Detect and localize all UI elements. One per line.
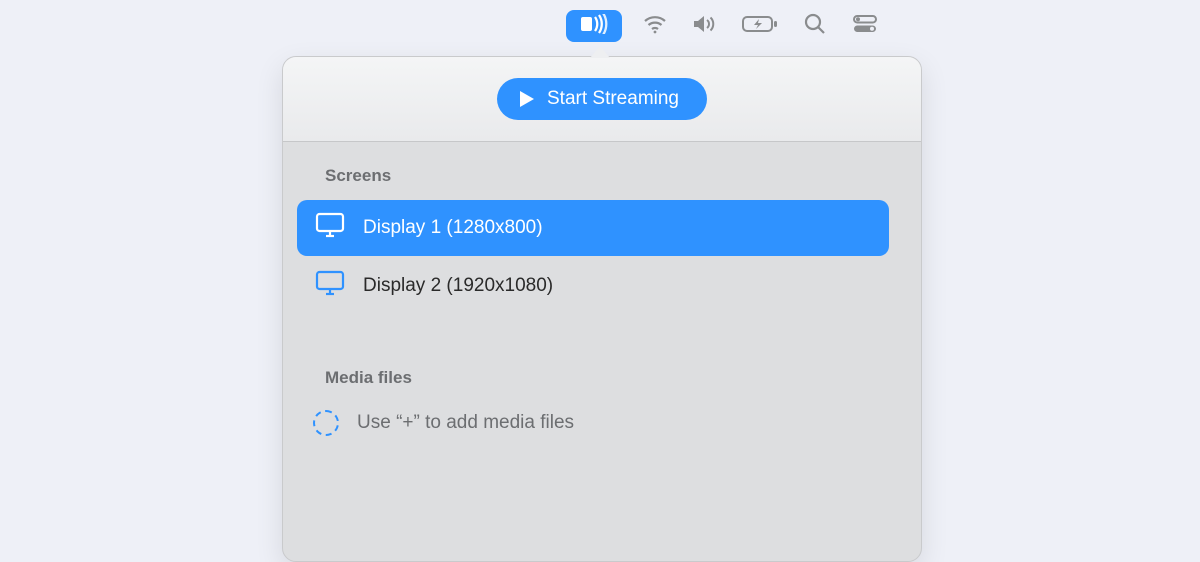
cast-icon <box>580 14 608 39</box>
menubar <box>0 6 1200 46</box>
screens-title: Screens <box>325 166 891 186</box>
media-title: Media files <box>325 368 891 388</box>
screens-section: Screens Display 1 (1280x800) Display 2 (… <box>283 142 921 314</box>
menubar-search[interactable] <box>800 11 830 41</box>
streaming-panel: Start Streaming Screens Display 1 (1280x… <box>282 56 922 562</box>
menubar-wifi[interactable] <box>640 11 670 41</box>
screen-row-1[interactable]: Display 1 (1280x800) <box>297 200 889 256</box>
wifi-icon <box>643 14 667 39</box>
search-icon <box>804 13 826 40</box>
menubar-control-center[interactable] <box>850 11 880 41</box>
screen-row-1-label: Display 1 (1280x800) <box>363 217 543 239</box>
media-placeholder-row[interactable]: Use “+” to add media files <box>325 402 891 436</box>
start-streaming-button[interactable]: Start Streaming <box>497 78 707 120</box>
play-icon <box>519 90 535 108</box>
control-center-icon <box>853 15 877 38</box>
screen-row-2-label: Display 2 (1920x1080) <box>363 275 553 297</box>
panel-pointer <box>590 46 610 58</box>
battery-charging-icon <box>742 15 778 38</box>
screen-row-2[interactable]: Display 2 (1920x1080) <box>297 258 889 314</box>
volume-icon <box>692 14 718 39</box>
panel-header: Start Streaming <box>283 57 921 142</box>
monitor-icon <box>315 212 345 244</box>
start-streaming-label: Start Streaming <box>547 88 679 110</box>
media-section: Media files Use “+” to add media files <box>283 344 921 436</box>
menubar-cast[interactable] <box>566 10 622 42</box>
menubar-battery[interactable] <box>740 11 780 41</box>
monitor-icon <box>315 270 345 302</box>
add-media-icon <box>313 410 339 436</box>
media-placeholder-text: Use “+” to add media files <box>357 412 574 434</box>
menubar-volume[interactable] <box>690 11 720 41</box>
